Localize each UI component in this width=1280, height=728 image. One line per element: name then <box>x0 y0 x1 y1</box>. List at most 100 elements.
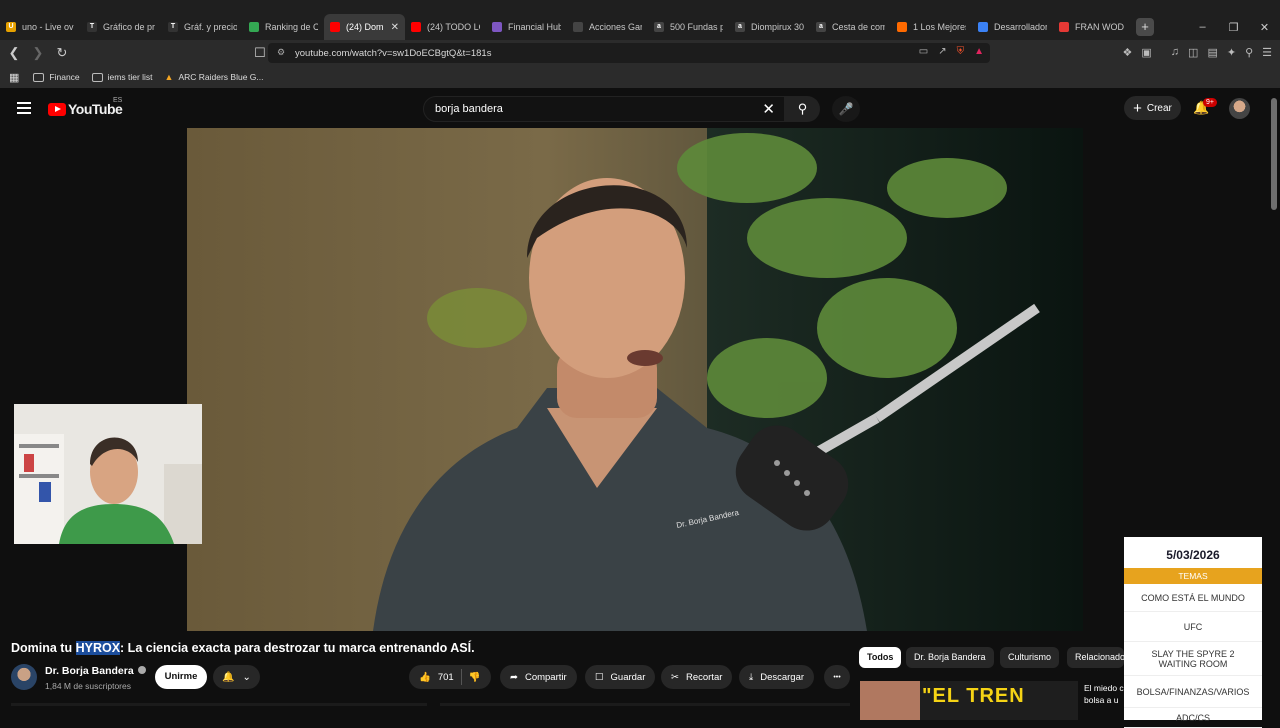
bookmark-label: ARC Raiders Blue G... <box>178 72 264 82</box>
screenshot-icon[interactable]: ▣ <box>1141 46 1151 59</box>
chip-relacionado[interactable]: Relacionado <box>1067 647 1124 668</box>
browser-tab[interactable]: (24) Dom ✕ <box>324 14 405 40</box>
close-tab-icon[interactable]: ✕ <box>391 22 399 33</box>
webcam-overlay <box>14 404 202 544</box>
chip-todos[interactable]: Todos <box>859 647 902 668</box>
window-top-strip <box>0 0 1280 14</box>
voice-search-icon[interactable]: 🎤 <box>832 96 860 122</box>
new-tab-button[interactable]: + <box>1136 18 1154 36</box>
tab-title: Ranking de C <box>265 22 318 32</box>
more-actions-button[interactable]: ••• <box>824 665 850 689</box>
search-input[interactable]: borja bandera ✕ <box>423 96 785 122</box>
browser-tab[interactable]: (24) TODO LC <box>405 14 486 40</box>
share-page-icon[interactable]: ↗ <box>938 46 946 57</box>
join-button[interactable]: Unirme <box>155 665 207 689</box>
search-button[interactable]: ⚲ <box>785 96 820 122</box>
panel-header: TEMAS <box>1124 568 1262 584</box>
video-player[interactable]: Dr. Borja Bandera <box>187 128 1083 631</box>
cast-icon[interactable]: ▭ <box>919 46 928 57</box>
like-button[interactable]: 👍 701 <box>419 672 454 683</box>
folder-icon <box>91 72 103 82</box>
share-icon: ➦ <box>510 671 518 683</box>
sidebar-icon[interactable]: ◫ <box>1188 46 1198 59</box>
title-prefix: Domina tu <box>11 641 76 655</box>
tab-favicon-icon <box>330 22 340 32</box>
plus-icon: + <box>1133 99 1142 117</box>
youtube-logo[interactable]: YouTube ES <box>48 97 123 117</box>
clip-button[interactable]: ✂ Recortar <box>661 665 733 689</box>
minimize-button[interactable]: – <box>1187 21 1218 33</box>
menu-icon[interactable]: ☰ <box>1262 46 1272 59</box>
download-label: Descargar <box>760 671 805 683</box>
create-button[interactable]: + Crear <box>1124 96 1181 120</box>
subscription-bell-button[interactable]: 🔔 ⌄ <box>213 665 260 689</box>
guide-menu-icon[interactable] <box>17 102 31 117</box>
back-icon[interactable]: ❮ <box>4 45 24 61</box>
browser-tab[interactable]: a Diompirux 30 <box>729 14 810 40</box>
browser-tab[interactable]: Desarrollador <box>972 14 1053 40</box>
tab-title: uno - Live ov <box>22 22 74 32</box>
tab-favicon-icon: T <box>87 22 97 32</box>
browser-tab-bar: Uuno - Live ov T Gráfico de pr T Gráf. y pre… <box>0 14 1280 40</box>
brave-rewards-icon[interactable]: ▲ <box>974 46 984 57</box>
brave-shield-icon[interactable]: ⛨ <box>957 46 965 57</box>
browser-tab[interactable]: T Gráfico de pr <box>81 14 162 40</box>
chip-culturismo[interactable]: Culturismo <box>1000 647 1060 668</box>
media-icon[interactable]: ♫ <box>1171 46 1179 59</box>
recommended-video-title[interactable]: El miedo c bolsa a u <box>1084 682 1124 706</box>
bookmark-page-icon[interactable]: ☐ <box>250 45 270 61</box>
vpn-icon[interactable]: ⚲ <box>1245 46 1253 59</box>
youtube-header: YouTube ES borja bandera ✕ ⚲ 🎤 + Crear 🔔 … <box>0 88 1280 128</box>
browser-tab[interactable]: T Gráf. y precio <box>162 14 243 40</box>
clear-search-icon[interactable]: ✕ <box>762 100 775 118</box>
apps-grid-icon[interactable]: ▦ <box>9 71 19 84</box>
subscriber-count: 1,84 M de suscriptores <box>45 681 131 691</box>
channel-avatar[interactable] <box>11 664 37 690</box>
account-avatar[interactable] <box>1229 98 1250 119</box>
folder-icon <box>33 72 45 82</box>
divider <box>460 669 462 685</box>
site-info-icon[interactable]: ⚙ <box>277 47 285 58</box>
chip-channel[interactable]: Dr. Borja Bandera <box>906 647 994 668</box>
thumbs-down-icon: 👎 <box>468 671 481 683</box>
browser-tab[interactable]: Acciones Gan <box>567 14 648 40</box>
recommended-video-thumbnail[interactable]: "EL TREN <box>860 681 1078 720</box>
bookmark-icon: ☐ <box>595 671 604 683</box>
dislike-button[interactable]: 👎 <box>469 672 481 683</box>
close-window-button[interactable]: ✕ <box>1249 21 1280 34</box>
browser-tab[interactable]: Uuno - Live ov <box>0 14 81 40</box>
bookmark-iems[interactable]: iems tier list <box>91 72 153 82</box>
panel-topic-item: UFC <box>1124 612 1262 642</box>
reload-icon[interactable]: ↻ <box>52 45 72 61</box>
browser-tab[interactable]: Financial Hub <box>486 14 567 40</box>
browser-tab[interactable]: Ranking de C <box>243 14 324 40</box>
browser-tab[interactable]: FRAN WOD <box>1053 14 1134 40</box>
wallet-icon[interactable]: ▤ <box>1207 46 1217 59</box>
tab-title: Gráf. y precio <box>184 22 237 32</box>
more-icon: ••• <box>833 673 841 681</box>
page-scrollbar[interactable] <box>1271 98 1277 210</box>
bookmark-finance[interactable]: Finance <box>33 72 80 82</box>
thumb-text: "EL TREN <box>922 685 1025 707</box>
like-dislike-group: 👍 701 👎 <box>409 665 491 689</box>
download-button[interactable]: ⤓ Descargar <box>739 665 815 689</box>
save-button[interactable]: ☐ Guardar <box>585 665 656 689</box>
browser-tab[interactable]: a 500 Fundas p <box>648 14 729 40</box>
restore-button[interactable]: ❐ <box>1218 21 1249 34</box>
extensions-icon[interactable]: ❖ <box>1123 46 1133 59</box>
leo-ai-icon[interactable]: ✦ <box>1227 46 1236 59</box>
browser-tab[interactable]: a Cesta de com <box>810 14 891 40</box>
bookmark-arc-raiders[interactable]: ▲ ARC Raiders Blue G... <box>165 72 264 82</box>
tab-title: 1 Los Mejores <box>913 22 966 32</box>
url-actions: ▭ ↗ ⛨ ▲ <box>919 46 984 57</box>
share-button[interactable]: ➦ Compartir <box>500 665 577 689</box>
forward-icon[interactable]: ❯ <box>28 45 48 61</box>
search-query: borja bandera <box>435 103 503 115</box>
tab-title: Cesta de com <box>832 22 885 32</box>
tab-title: (24) Dom <box>346 22 384 32</box>
url-field[interactable]: ⚙ youtube.com/watch?v=sw1DoECBgtQ&t=181s… <box>268 43 990 63</box>
tab-favicon-icon <box>897 22 907 32</box>
channel-name[interactable]: Dr. Borja Bandera <box>45 665 146 677</box>
address-bar-row: ❮ ❯ ↻ ☐ ⚙ youtube.com/watch?v=sw1DoECBgt… <box>0 40 1280 66</box>
browser-tab[interactable]: 1 Los Mejores <box>891 14 972 40</box>
